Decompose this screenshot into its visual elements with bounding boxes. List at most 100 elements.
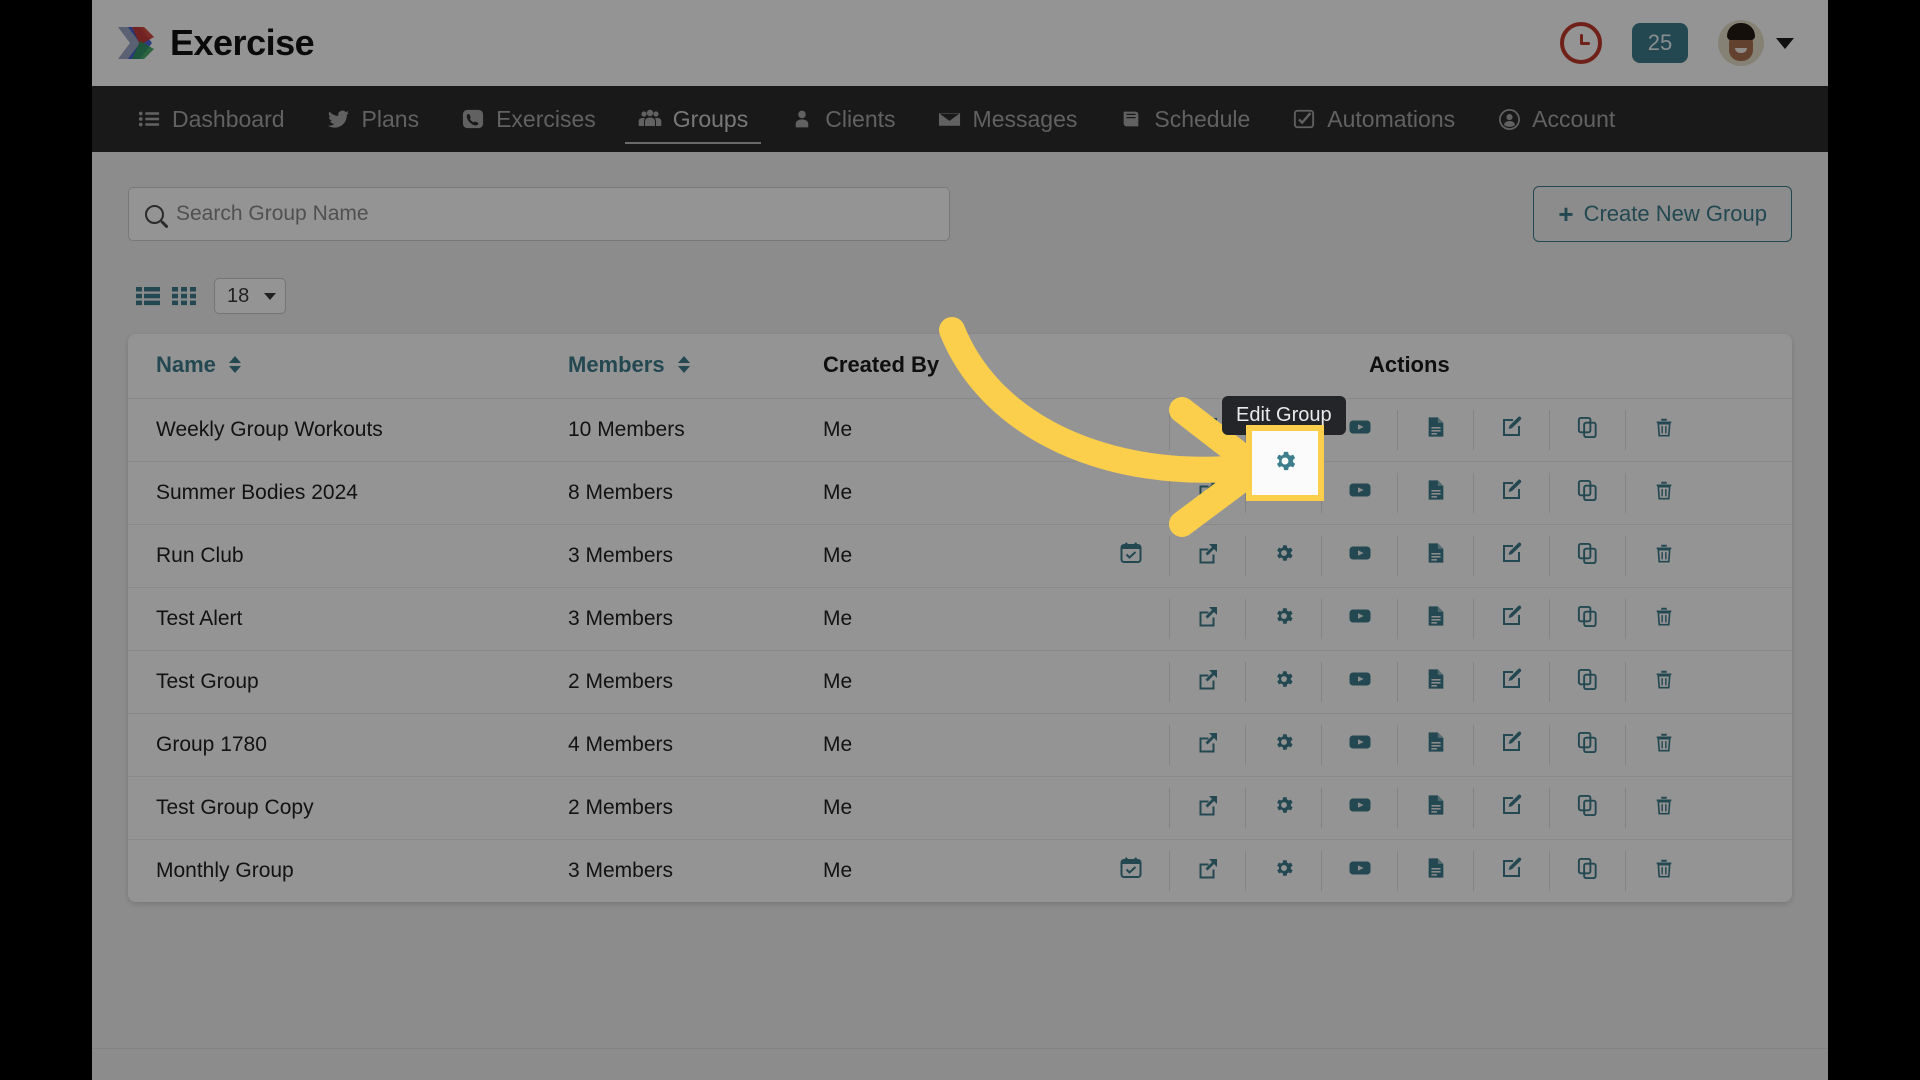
table-row[interactable]: Test Group Copy 2 Members Me	[128, 776, 1792, 840]
nav-item-schedule[interactable]: Schedule	[1098, 86, 1271, 152]
action-external-link[interactable]	[1169, 788, 1245, 828]
action-gear[interactable]	[1245, 599, 1321, 639]
action-external-link[interactable]	[1169, 725, 1245, 765]
action-copy[interactable]	[1549, 725, 1625, 765]
action-edit[interactable]	[1473, 725, 1549, 765]
table-row[interactable]: Test Alert 3 Members Me	[128, 587, 1792, 651]
column-header-members[interactable]: Members	[568, 334, 823, 399]
action-gear[interactable]	[1245, 725, 1321, 765]
action-document[interactable]	[1397, 473, 1473, 513]
action-gear[interactable]	[1245, 536, 1321, 576]
nav-item-exercises[interactable]: Exercises	[440, 86, 617, 152]
table-row[interactable]: Run Club 3 Members Me	[128, 524, 1792, 588]
list-view-icon[interactable]	[136, 286, 160, 306]
action-trash[interactable]	[1625, 410, 1701, 450]
nav-item-clients[interactable]: Clients	[769, 86, 916, 152]
action-document[interactable]	[1397, 662, 1473, 702]
action-copy[interactable]	[1549, 851, 1625, 891]
action-trash[interactable]	[1625, 536, 1701, 576]
action-video[interactable]	[1321, 599, 1397, 639]
document-icon	[1425, 478, 1447, 508]
search-box[interactable]	[128, 187, 950, 241]
action-document[interactable]	[1397, 599, 1473, 639]
action-document[interactable]	[1397, 788, 1473, 828]
action-edit[interactable]	[1473, 536, 1549, 576]
create-new-group-button[interactable]: + Create New Group	[1533, 186, 1792, 242]
grid-view-icon[interactable]	[172, 286, 196, 306]
action-trash[interactable]	[1625, 851, 1701, 891]
avatar[interactable]	[1718, 20, 1764, 66]
action-video[interactable]	[1321, 410, 1397, 450]
table-row[interactable]: Test Group 2 Members Me	[128, 650, 1792, 714]
nav-label: Schedule	[1154, 105, 1251, 132]
action-edit[interactable]	[1473, 788, 1549, 828]
nav-item-dashboard[interactable]: Dashboard	[116, 86, 306, 152]
table-row[interactable]: Monthly Group 3 Members Me	[128, 840, 1792, 903]
action-edit[interactable]	[1473, 599, 1549, 639]
cell-members: 10 Members	[568, 398, 823, 462]
action-video[interactable]	[1321, 725, 1397, 765]
action-document[interactable]	[1397, 536, 1473, 576]
action-document[interactable]	[1397, 725, 1473, 765]
chevron-down-icon[interactable]	[1776, 37, 1794, 49]
action-trash[interactable]	[1625, 599, 1701, 639]
action-copy[interactable]	[1549, 662, 1625, 702]
action-calendar-check[interactable]	[1093, 536, 1169, 576]
column-header-name[interactable]: Name	[128, 334, 568, 399]
action-gear[interactable]	[1245, 662, 1321, 702]
nav-item-automations[interactable]: Automations	[1271, 86, 1476, 152]
action-trash[interactable]	[1625, 473, 1701, 513]
action-copy[interactable]	[1549, 473, 1625, 513]
action-external-link[interactable]	[1169, 662, 1245, 702]
action-calendar-check[interactable]	[1093, 851, 1169, 891]
table-row[interactable]: Weekly Group Workouts 10 Members Me	[128, 398, 1792, 462]
search-input[interactable]	[176, 202, 933, 226]
trash-icon	[1653, 479, 1675, 507]
action-external-link[interactable]	[1169, 851, 1245, 891]
action-video[interactable]	[1321, 473, 1397, 513]
account-menu[interactable]	[1718, 20, 1794, 66]
action-edit[interactable]	[1473, 473, 1549, 513]
action-copy[interactable]	[1549, 410, 1625, 450]
action-edit[interactable]	[1473, 410, 1549, 450]
action-trash[interactable]	[1625, 788, 1701, 828]
action-trash[interactable]	[1625, 725, 1701, 765]
nav-item-account[interactable]: Account	[1476, 86, 1636, 152]
action-video[interactable]	[1321, 851, 1397, 891]
cell-members: 2 Members	[568, 650, 823, 714]
action-gear[interactable]	[1245, 473, 1321, 513]
nav-item-plans[interactable]: Plans	[306, 86, 441, 152]
table-row[interactable]: Summer Bodies 2024 8 Members Me	[128, 461, 1792, 525]
notification-count-badge[interactable]: 25	[1632, 23, 1688, 63]
gear-icon	[1273, 479, 1295, 507]
brand[interactable]: Exercise	[116, 22, 315, 64]
action-copy[interactable]	[1549, 788, 1625, 828]
action-video[interactable]	[1321, 788, 1397, 828]
action-document[interactable]	[1397, 410, 1473, 450]
action-edit[interactable]	[1473, 662, 1549, 702]
nav-item-messages[interactable]: Messages	[917, 86, 1099, 152]
action-buttons	[1093, 473, 1792, 513]
action-gear[interactable]	[1245, 788, 1321, 828]
action-copy[interactable]	[1549, 536, 1625, 576]
action-video[interactable]	[1321, 662, 1397, 702]
action-document[interactable]	[1397, 851, 1473, 891]
gear-icon	[1273, 605, 1295, 633]
nav-label: Groups	[672, 105, 749, 132]
action-external-link[interactable]	[1169, 410, 1245, 450]
action-video[interactable]	[1321, 536, 1397, 576]
nav-item-groups[interactable]: Groups	[617, 86, 769, 152]
action-copy[interactable]	[1549, 599, 1625, 639]
action-gear[interactable]	[1245, 851, 1321, 891]
action-external-link[interactable]	[1169, 536, 1245, 576]
action-external-link[interactable]	[1169, 599, 1245, 639]
action-edit[interactable]	[1473, 851, 1549, 891]
action-gear[interactable]	[1245, 410, 1321, 450]
action-trash[interactable]	[1625, 662, 1701, 702]
action-external-link[interactable]	[1169, 473, 1245, 513]
clock-icon[interactable]	[1560, 22, 1602, 64]
copy-icon	[1576, 668, 1599, 697]
page-size-dropdown[interactable]: 18	[214, 278, 286, 314]
table-row[interactable]: Group 1780 4 Members Me	[128, 713, 1792, 777]
document-icon	[1425, 793, 1447, 823]
